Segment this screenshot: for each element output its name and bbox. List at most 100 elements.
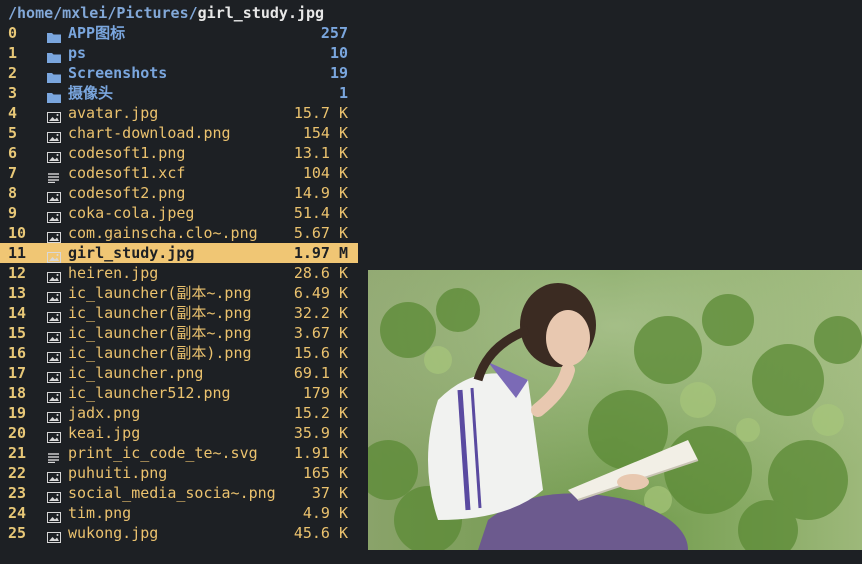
row-index: 4	[8, 104, 18, 122]
text-file-icon	[47, 448, 61, 464]
file-row[interactable]: 18 ic_launcher512.png 179 K	[0, 383, 358, 403]
image-file-icon	[47, 188, 61, 203]
entry-size: 15.6 K	[293, 344, 348, 362]
image-file-icon	[47, 468, 61, 483]
entry-name: ic_launcher(副本~.png	[68, 304, 252, 322]
row-index: 10	[8, 224, 27, 242]
file-row[interactable]: 12 heiren.jpg 28.6 K	[0, 263, 358, 283]
path-filename: girl_study.jpg	[197, 4, 325, 22]
file-row[interactable]: 5 chart-download.png 154 K	[0, 123, 358, 143]
row-index: 9	[8, 204, 18, 222]
entry-size: 37 K	[311, 484, 348, 502]
entry-name: 摄像头	[68, 84, 114, 102]
entry-name: ic_launcher(副本~.png	[68, 324, 252, 342]
entry-name: heiren.jpg	[68, 264, 159, 282]
file-row[interactable]: 4 avatar.jpg 15.7 K	[0, 103, 358, 123]
file-row[interactable]: 19 jadx.png 15.2 K	[0, 403, 358, 423]
entry-size: 165 K	[302, 464, 348, 482]
entry-name: social_media_socia~.png	[68, 484, 276, 502]
entry-name: ic_launcher512.png	[68, 384, 231, 402]
entry-size: 1	[338, 84, 348, 102]
file-row[interactable]: 22 puhuiti.png 165 K	[0, 463, 358, 483]
file-row[interactable]: 10 com.gainscha.clo~.png 5.67 K	[0, 223, 358, 243]
file-row[interactable]: 23 social_media_socia~.png 37 K	[0, 483, 358, 503]
folder-icon	[47, 88, 61, 103]
entry-size: 1.97 M	[293, 244, 348, 262]
file-manager: /home/mxlei/Pictures/girl_study.jpg 0 APP…	[0, 0, 862, 564]
entry-name: jadx.png	[68, 404, 141, 422]
entry-size: 104 K	[302, 164, 348, 182]
image-file-icon	[47, 228, 61, 243]
entry-size: 4.9 K	[302, 504, 348, 522]
row-index: 25	[8, 524, 27, 542]
file-row[interactable]: 8 codesoft2.png 14.9 K	[0, 183, 358, 203]
row-index: 5	[8, 124, 18, 142]
folder-row[interactable]: 1 ps 10	[0, 43, 358, 63]
entry-size: 3.67 K	[293, 324, 348, 342]
file-row[interactable]: 11 girl_study.jpg 1.97 M	[0, 243, 358, 263]
path-directory: /home/mxlei/Pictures/	[8, 4, 198, 22]
entry-size: 15.2 K	[293, 404, 348, 422]
image-file-icon	[47, 128, 61, 143]
row-index: 1	[8, 44, 18, 62]
entry-size: 32.2 K	[293, 304, 348, 322]
folder-row[interactable]: 3 摄像头 1	[0, 83, 358, 103]
image-file-icon	[47, 328, 61, 343]
row-index: 8	[8, 184, 18, 202]
entry-name: Screenshots	[68, 64, 168, 82]
row-index: 11	[8, 244, 27, 262]
row-index: 13	[8, 284, 27, 302]
entry-name: puhuiti.png	[68, 464, 168, 482]
photo-preview	[368, 270, 862, 550]
entry-size: 35.9 K	[293, 424, 348, 442]
entry-name: ps	[68, 44, 87, 62]
image-file-icon	[47, 428, 61, 443]
entry-name: codesoft1.png	[68, 144, 186, 162]
row-index: 15	[8, 324, 27, 342]
image-file-icon	[47, 348, 61, 363]
file-row[interactable]: 15 ic_launcher(副本~.png 3.67 K	[0, 323, 358, 343]
entry-name: chart-download.png	[68, 124, 231, 142]
file-row[interactable]: 6 codesoft1.png 13.1 K	[0, 143, 358, 163]
file-row[interactable]: 24 tim.png 4.9 K	[0, 503, 358, 523]
image-file-icon	[47, 388, 61, 403]
entry-name: girl_study.jpg	[68, 244, 195, 262]
file-row[interactable]: 25 wukong.jpg 45.6 K	[0, 523, 358, 543]
file-row[interactable]: 7 codesoft1.xcf 104 K	[0, 163, 358, 184]
entry-size: 69.1 K	[293, 364, 348, 382]
image-file-icon	[47, 528, 61, 543]
file-row[interactable]: 17 ic_launcher.png 69.1 K	[0, 363, 358, 383]
row-index: 2	[8, 64, 18, 82]
entry-name: ic_launcher(副本~.png	[68, 284, 252, 302]
row-index: 22	[8, 464, 27, 482]
current-path: /home/mxlei/Pictures/girl_study.jpg	[8, 3, 324, 23]
entry-size: 257	[320, 24, 348, 42]
file-row[interactable]: 21 print_ic_code_te~.svg 1.91 K	[0, 443, 358, 464]
file-row[interactable]: 14 ic_launcher(副本~.png 32.2 K	[0, 303, 358, 323]
row-index: 19	[8, 404, 27, 422]
row-index: 14	[8, 304, 27, 322]
entry-name: ic_launcher(副本).png	[68, 344, 252, 362]
file-row[interactable]: 9 coka-cola.jpeg 51.4 K	[0, 203, 358, 223]
file-row[interactable]: 16 ic_launcher(副本).png 15.6 K	[0, 343, 358, 363]
entry-name: codesoft1.xcf	[68, 164, 186, 182]
file-row[interactable]: 13 ic_launcher(副本~.png 6.49 K	[0, 283, 358, 303]
image-file-icon	[47, 308, 61, 323]
row-index: 16	[8, 344, 27, 362]
entry-name: com.gainscha.clo~.png	[68, 224, 258, 242]
entry-name: codesoft2.png	[68, 184, 186, 202]
entry-size: 45.6 K	[293, 524, 348, 542]
folder-row[interactable]: 2 Screenshots 19	[0, 63, 358, 83]
file-row[interactable]: 20 keai.jpg 35.9 K	[0, 423, 358, 443]
entry-size: 5.67 K	[293, 224, 348, 242]
folder-row[interactable]: 0 APP图标 257	[0, 23, 358, 43]
row-index: 0	[8, 24, 18, 42]
row-index: 12	[8, 264, 27, 282]
row-index: 23	[8, 484, 27, 502]
image-file-icon	[47, 508, 61, 523]
entry-name: print_ic_code_te~.svg	[68, 444, 258, 462]
row-index: 6	[8, 144, 18, 162]
image-file-icon	[47, 208, 61, 223]
row-index: 7	[8, 164, 18, 182]
row-index: 20	[8, 424, 27, 442]
